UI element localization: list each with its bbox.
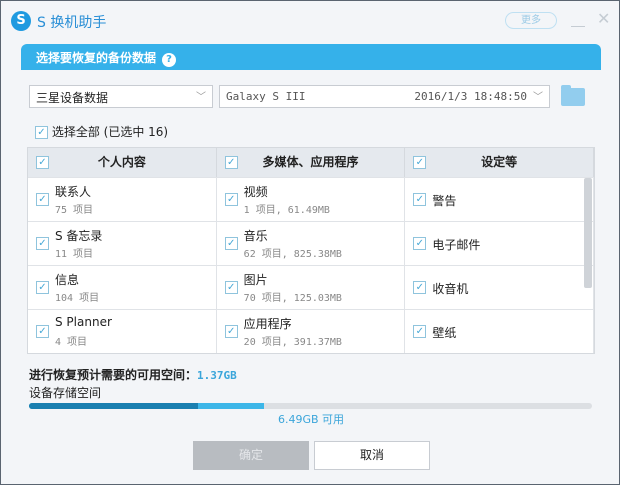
- device-storage-label: 设备存储空间: [29, 386, 102, 400]
- title-bar: S S 换机助手 更多 ✕: [1, 1, 619, 39]
- list-item[interactable]: ✓ S 备忘录 11 项目: [28, 222, 217, 265]
- column-header-settings[interactable]: ✓ 设定等: [405, 148, 594, 177]
- item-name: S 备忘录: [55, 229, 103, 243]
- panel-title: 选择要恢复的备份数据: [36, 51, 157, 65]
- column-header-media[interactable]: ✓ 多媒体、应用程序: [217, 148, 406, 177]
- used-segment: [29, 403, 198, 409]
- checkbox-checked-icon: ✓: [35, 126, 48, 139]
- app-title: S 换机助手: [37, 15, 107, 31]
- list-item[interactable]: ✓ 信息 104 项目: [28, 266, 217, 309]
- item-detail: 4 项目: [55, 337, 88, 348]
- chevron-down-icon: ﹀: [196, 92, 206, 103]
- item-detail: 11 项目: [55, 249, 94, 260]
- list-item[interactable]: ✓ 音乐 62 项目, 825.38MB: [217, 222, 406, 265]
- column-title: 个人内容: [97, 155, 146, 169]
- data-table: ✓ 个人内容 ✓ 多媒体、应用程序 ✓ 设定等 ✓ 联系人 75 项目 ✓ 视频 1 项目, 6…: [27, 147, 595, 354]
- item-detail: 62 项目, 825.38MB: [243, 249, 342, 260]
- item-detail: 1 项目, 61.49MB: [243, 205, 330, 216]
- table-row: ✓ 联系人 75 项目 ✓ 视频 1 项目, 61.49MB ✓ 警告: [28, 177, 594, 221]
- list-item[interactable]: ✓ 警告: [405, 178, 594, 221]
- column-header-personal[interactable]: ✓ 个人内容: [28, 148, 217, 177]
- cancel-button[interactable]: 取消: [314, 441, 430, 470]
- table-row: ✓ S 备忘录 11 项目 ✓ 音乐 62 项目, 825.38MB ✓ 电子邮件: [28, 221, 594, 265]
- list-item[interactable]: ✓ S Planner 4 项目: [28, 310, 217, 353]
- scrollbar[interactable]: [584, 178, 592, 288]
- chevron-down-icon: ﹀: [533, 92, 543, 103]
- checkbox-checked-icon[interactable]: ✓: [224, 237, 238, 250]
- item-name: 电子邮件: [432, 238, 481, 252]
- item-name: 信息: [55, 273, 80, 287]
- item-name: 壁纸: [432, 326, 457, 340]
- item-name: 应用程序: [243, 317, 292, 331]
- checkbox-checked-icon[interactable]: ✓: [224, 325, 238, 338]
- storage-bar: [29, 403, 592, 409]
- item-detail: 75 项目: [55, 205, 94, 216]
- minimize-button[interactable]: [571, 11, 585, 27]
- item-name: S Planner: [55, 315, 112, 329]
- column-title: 设定等: [481, 155, 518, 169]
- checkbox-checked-icon[interactable]: ✓: [224, 156, 238, 169]
- list-item[interactable]: ✓ 壁纸: [405, 310, 594, 353]
- more-button[interactable]: 更多: [505, 12, 557, 29]
- checkbox-checked-icon[interactable]: ✓: [413, 281, 427, 294]
- list-item[interactable]: ✓ 视频 1 项目, 61.49MB: [217, 178, 406, 221]
- required-label: 进行恢复预计需要的可用空间：: [29, 368, 198, 382]
- list-item[interactable]: ✓ 收音机: [405, 266, 594, 309]
- checkbox-checked-icon[interactable]: ✓: [36, 237, 49, 250]
- required-value: 1.37GB: [197, 369, 237, 382]
- confirm-button[interactable]: 确定: [193, 441, 309, 470]
- source-type-dropdown[interactable]: 三星设备数据 ﹀: [29, 85, 213, 108]
- checkbox-checked-icon[interactable]: ✓: [224, 193, 238, 206]
- item-name: 警告: [432, 194, 457, 208]
- checkbox-checked-icon[interactable]: ✓: [413, 237, 427, 250]
- item-name: 收音机: [432, 282, 469, 296]
- item-name: 音乐: [243, 229, 268, 243]
- backup-date: 2016/1/3 18:48:50: [414, 90, 527, 103]
- available-space: 6.49GB 可用: [277, 413, 345, 426]
- item-detail: 104 项目: [55, 293, 100, 304]
- list-item[interactable]: ✓ 电子邮件: [405, 222, 594, 265]
- select-all-label: 选择全部 (已选中 16): [51, 125, 169, 139]
- help-icon[interactable]: ?: [162, 53, 177, 67]
- checkbox-checked-icon[interactable]: ✓: [413, 193, 427, 206]
- checkbox-checked-icon[interactable]: ✓: [36, 325, 49, 338]
- list-item[interactable]: ✓ 联系人 75 项目: [28, 178, 217, 221]
- backup-dropdown[interactable]: Galaxy S III 2016/1/3 18:48:50 ﹀: [219, 85, 550, 108]
- item-detail: 20 项目, 391.37MB: [243, 337, 342, 348]
- list-item[interactable]: ✓ 应用程序 20 项目, 391.37MB: [217, 310, 406, 353]
- app-logo-icon: S: [11, 11, 31, 31]
- select-all-checkbox[interactable]: ✓ 选择全部 (已选中 16): [35, 123, 168, 140]
- item-name: 视频: [243, 185, 268, 199]
- checkbox-checked-icon[interactable]: ✓: [36, 281, 49, 294]
- checkbox-checked-icon[interactable]: ✓: [413, 325, 427, 338]
- table-row: ✓ 信息 104 项目 ✓ 图片 70 项目, 125.03MB ✓ 收音机: [28, 265, 594, 309]
- checkbox-checked-icon[interactable]: ✓: [413, 156, 427, 169]
- panel-header: 选择要恢复的备份数据?: [21, 44, 601, 70]
- column-title: 多媒体、应用程序: [262, 155, 359, 169]
- device-name: Galaxy S III: [226, 90, 306, 103]
- required-space: 进行恢复预计需要的可用空间：1.37GB: [29, 366, 237, 383]
- item-name: 联系人: [55, 185, 92, 199]
- checkbox-checked-icon[interactable]: ✓: [36, 156, 49, 169]
- item-name: 图片: [243, 273, 268, 287]
- window: S S 换机助手 更多 ✕ 选择要恢复的备份数据? 三星设备数据 ﹀ Galaxy…: [0, 0, 620, 485]
- list-item[interactable]: ✓ 图片 70 项目, 125.03MB: [217, 266, 406, 309]
- checkbox-checked-icon[interactable]: ✓: [224, 281, 238, 294]
- close-button[interactable]: ✕: [597, 9, 610, 28]
- folder-icon[interactable]: [561, 85, 585, 106]
- table-row: ✓ S Planner 4 项目 ✓ 应用程序 20 项目, 391.37MB ✓ 壁纸: [28, 309, 594, 353]
- item-detail: 70 项目, 125.03MB: [243, 293, 342, 304]
- source-type-value: 三星设备数据: [36, 91, 109, 105]
- checkbox-checked-icon[interactable]: ✓: [36, 193, 49, 206]
